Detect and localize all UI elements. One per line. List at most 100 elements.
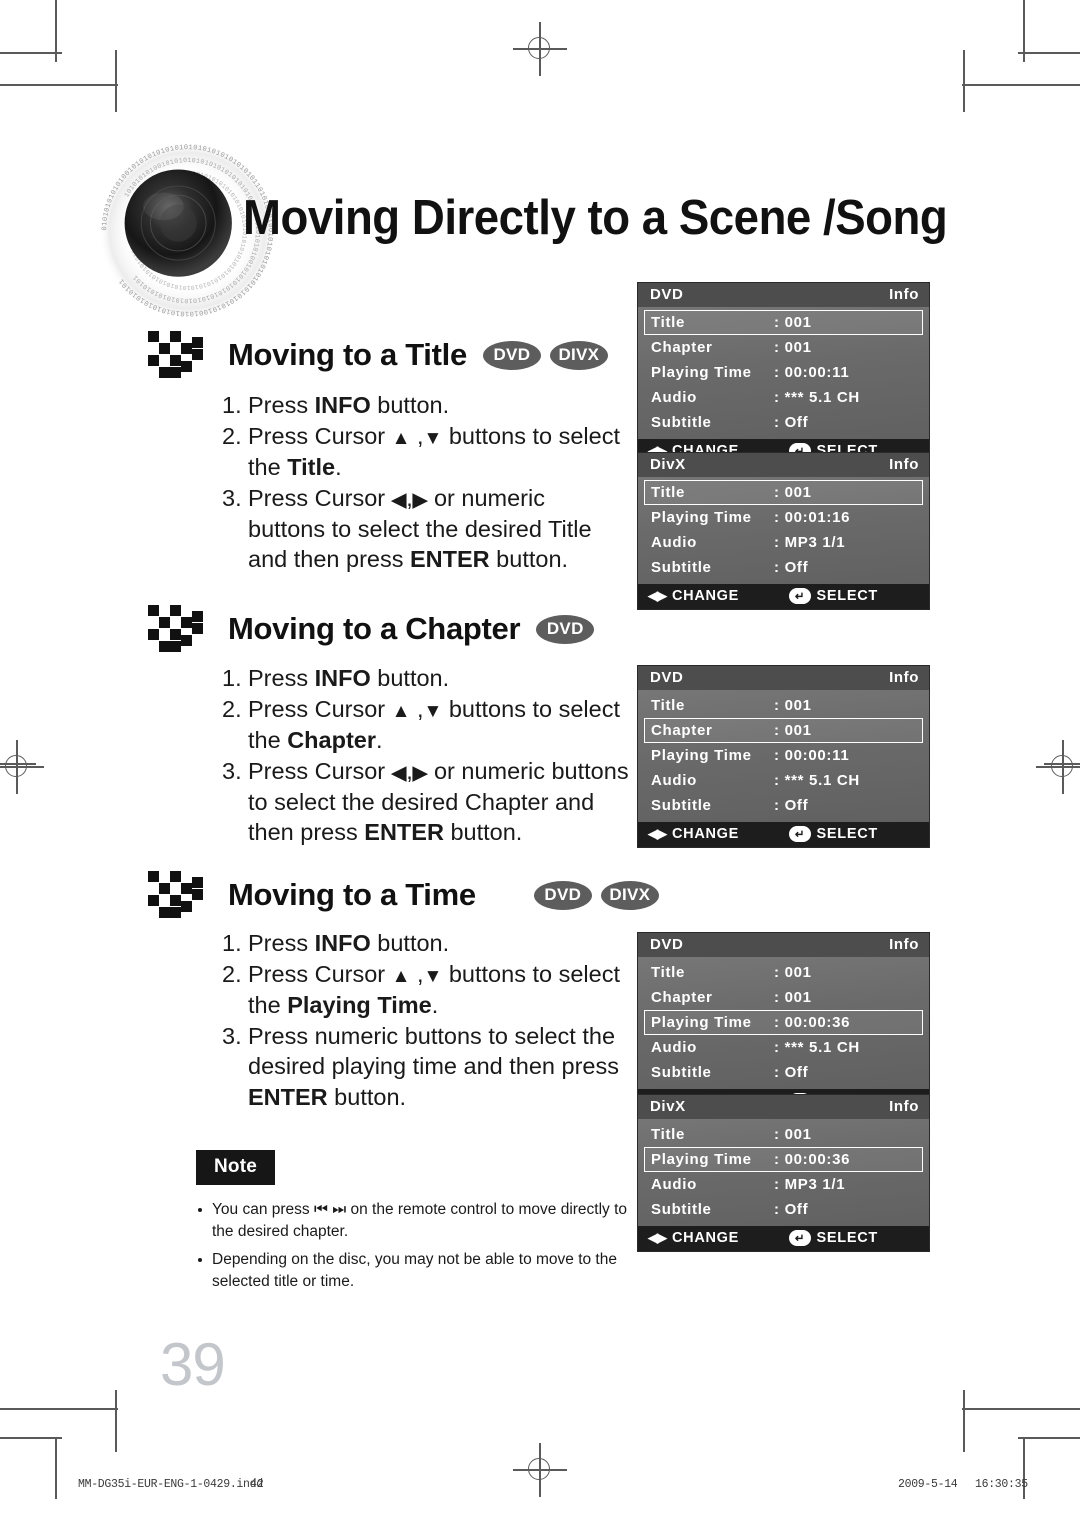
osd-row-value: : Off: [774, 414, 809, 431]
left-right-arrows-icon: ◀▶: [648, 826, 667, 841]
osd-screen-dvd-chapter: DVD Info Title : 001 Chapter : 001 Playing Tim…: [637, 665, 930, 848]
osd-row[interactable]: Audio: *** 5.1 CH: [644, 768, 923, 793]
osd-row-list: Title: 001 Playing Time: 00:01:16 Audio: M…: [638, 477, 929, 584]
step-number: 1.: [222, 665, 242, 691]
osd-row-value: : 001: [774, 314, 812, 331]
osd-info-label: Info: [889, 456, 919, 473]
osd-disc-type: DVD: [650, 286, 684, 303]
osd-row[interactable]: Title: 001: [644, 1122, 923, 1147]
osd-row[interactable]: Subtitle: Off: [644, 793, 923, 818]
osd-disc-type: DVD: [650, 669, 684, 686]
osd-info-label: Info: [889, 286, 919, 303]
osd-row-label: Title: [651, 964, 686, 981]
footer-filename: MM-DG35i-EUR-ENG-1-0429.indd: [78, 1478, 263, 1491]
osd-row-label: Title: [651, 484, 686, 501]
osd-row[interactable]: Playing Time: 00:00:11: [644, 360, 923, 385]
page-title: Moving Directly to a Scene /Song: [243, 191, 948, 245]
osd-footer-right[interactable]: ↵ SELECT: [788, 826, 878, 842]
osd-row[interactable]: Subtitle: Off: [644, 410, 923, 435]
osd-footer-right[interactable]: ↵ SELECT: [788, 1230, 878, 1246]
osd-footer-right-label: SELECT: [816, 826, 878, 842]
section-title-label: Moving to a Chapter: [228, 611, 521, 646]
osd-row[interactable]: Title : 001: [644, 960, 923, 985]
osd-row[interactable]: Chapter : 001: [644, 985, 923, 1010]
osd-title-bar: DVD Info: [638, 666, 929, 690]
osd-row-label: Chapter: [651, 339, 713, 356]
osd-row[interactable]: Title : 001: [644, 693, 923, 718]
osd-row-value: : 001: [774, 697, 812, 714]
badge-dvd: DVD: [533, 880, 592, 910]
osd-footer-left[interactable]: ◀▶ CHANGE: [648, 826, 789, 842]
osd-row-label: Title: [651, 314, 686, 331]
osd-row[interactable]: Audio: MP3 1/1: [644, 1172, 923, 1197]
osd-footer: ◀▶ CHANGE ↵ SELECT: [638, 822, 929, 847]
osd-row[interactable]: Subtitle: Off: [644, 555, 923, 580]
step-number: 3.: [222, 485, 242, 512]
crop-mark-br-h2: [962, 1408, 1080, 1410]
osd-row[interactable]: Audio: *** 5.1 CH: [644, 385, 923, 410]
osd-row-value: : 001: [774, 964, 812, 981]
osd-row-selected[interactable]: Chapter : 001: [644, 718, 923, 743]
osd-row-value: : Off: [774, 1064, 809, 1081]
osd-title-bar: DVD Info: [638, 933, 929, 957]
crop-mark-tl-h2: [0, 84, 118, 86]
step-item: 1. Press INFO button.: [222, 663, 632, 693]
left-right-arrows-icon: ◀▶: [648, 588, 667, 603]
osd-row[interactable]: Chapter: 001: [644, 335, 923, 360]
osd-row-label: Playing Time: [651, 509, 752, 526]
registration-mark-left: [0, 740, 44, 794]
osd-row-label: Subtitle: [651, 559, 712, 576]
osd-row-list: Title : 001 Chapter : 001 Playing Time : 00:0…: [638, 690, 929, 822]
osd-row-label: Audio: [651, 389, 697, 406]
osd-row[interactable]: Playing Time: 00:01:16: [644, 505, 923, 530]
osd-footer-right[interactable]: ↵ SELECT: [788, 588, 878, 604]
osd-row-value: : 00:00:36: [774, 1151, 851, 1168]
osd-row[interactable]: Audio: MP3 1/1: [644, 530, 923, 555]
osd-row[interactable]: Playing Time : 00:00:11: [644, 743, 923, 768]
badge-dvd: DVD: [536, 614, 595, 644]
osd-row-selected[interactable]: Playing Time : 00:00:36: [644, 1147, 923, 1172]
step-item: 2. Press Cursor ▲ ,▼ buttons to select t…: [222, 421, 622, 482]
osd-row[interactable]: Subtitle: Off: [644, 1060, 923, 1085]
osd-row-value: : MP3 1/1: [774, 1176, 846, 1193]
osd-row-selected[interactable]: Title : 001: [644, 310, 923, 335]
osd-row-selected[interactable]: Title: 001: [644, 480, 923, 505]
note-badge: Note: [193, 1148, 278, 1187]
osd-row[interactable]: Audio: *** 5.1 CH: [644, 1035, 923, 1060]
osd-footer-left-label: CHANGE: [672, 588, 740, 604]
step-text: Press Cursor ▲ ,▼ buttons to select the …: [248, 423, 620, 480]
step-number: 1.: [222, 392, 242, 418]
steps-time: 1. Press INFO button. 2. Press Cursor ▲ …: [222, 928, 622, 1113]
osd-row-value: : 001: [774, 722, 812, 739]
osd-footer: ◀▶ CHANGE ↵ SELECT: [638, 1226, 929, 1251]
crop-mark-br-v2: [963, 1390, 965, 1452]
osd-title-bar: DivX Info: [638, 453, 929, 477]
osd-footer-right-label: SELECT: [816, 1230, 878, 1246]
osd-row-label: Title: [651, 697, 686, 714]
osd-row-label: Subtitle: [651, 797, 712, 814]
note-list: You can press ⏮ ⏭ on the remote control …: [196, 1199, 636, 1293]
section-title-label: Moving to a Time: [228, 877, 476, 912]
osd-row-value: : 00:00:11: [774, 747, 850, 764]
badge-divx: DIVX: [549, 340, 608, 370]
osd-info-label: Info: [889, 1098, 919, 1115]
osd-row-label: Chapter: [651, 989, 713, 1006]
osd-info-label: Info: [889, 936, 919, 953]
step-number: 3.: [222, 758, 242, 785]
osd-footer-left[interactable]: ◀▶ CHANGE: [648, 588, 789, 604]
section-badges-time: DVD DIVX: [533, 880, 668, 910]
osd-row-value: : 001: [774, 989, 812, 1006]
osd-footer-left[interactable]: ◀▶ CHANGE: [648, 1230, 789, 1246]
osd-row-label: Playing Time: [651, 1151, 752, 1168]
crop-mark-tl-v2: [115, 50, 117, 112]
osd-row-selected[interactable]: Playing Time: 00:00:36: [644, 1010, 923, 1035]
osd-row-label: Playing Time: [651, 747, 752, 764]
osd-row[interactable]: Subtitle: Off: [644, 1197, 923, 1222]
left-right-arrows-icon: ◀▶: [648, 1230, 667, 1245]
step-item: 2. Press Cursor ▲ ,▼ buttons to select t…: [222, 694, 632, 755]
step-item: 2. Press Cursor ▲ ,▼ buttons to select t…: [222, 959, 622, 1020]
osd-row-label: Chapter: [651, 722, 713, 739]
osd-row-list: Title: 001 Playing Time : 00:00:36 Audio: M…: [638, 1119, 929, 1226]
step-text: Press INFO button.: [248, 930, 450, 956]
osd-row-value: : MP3 1/1: [774, 534, 846, 551]
